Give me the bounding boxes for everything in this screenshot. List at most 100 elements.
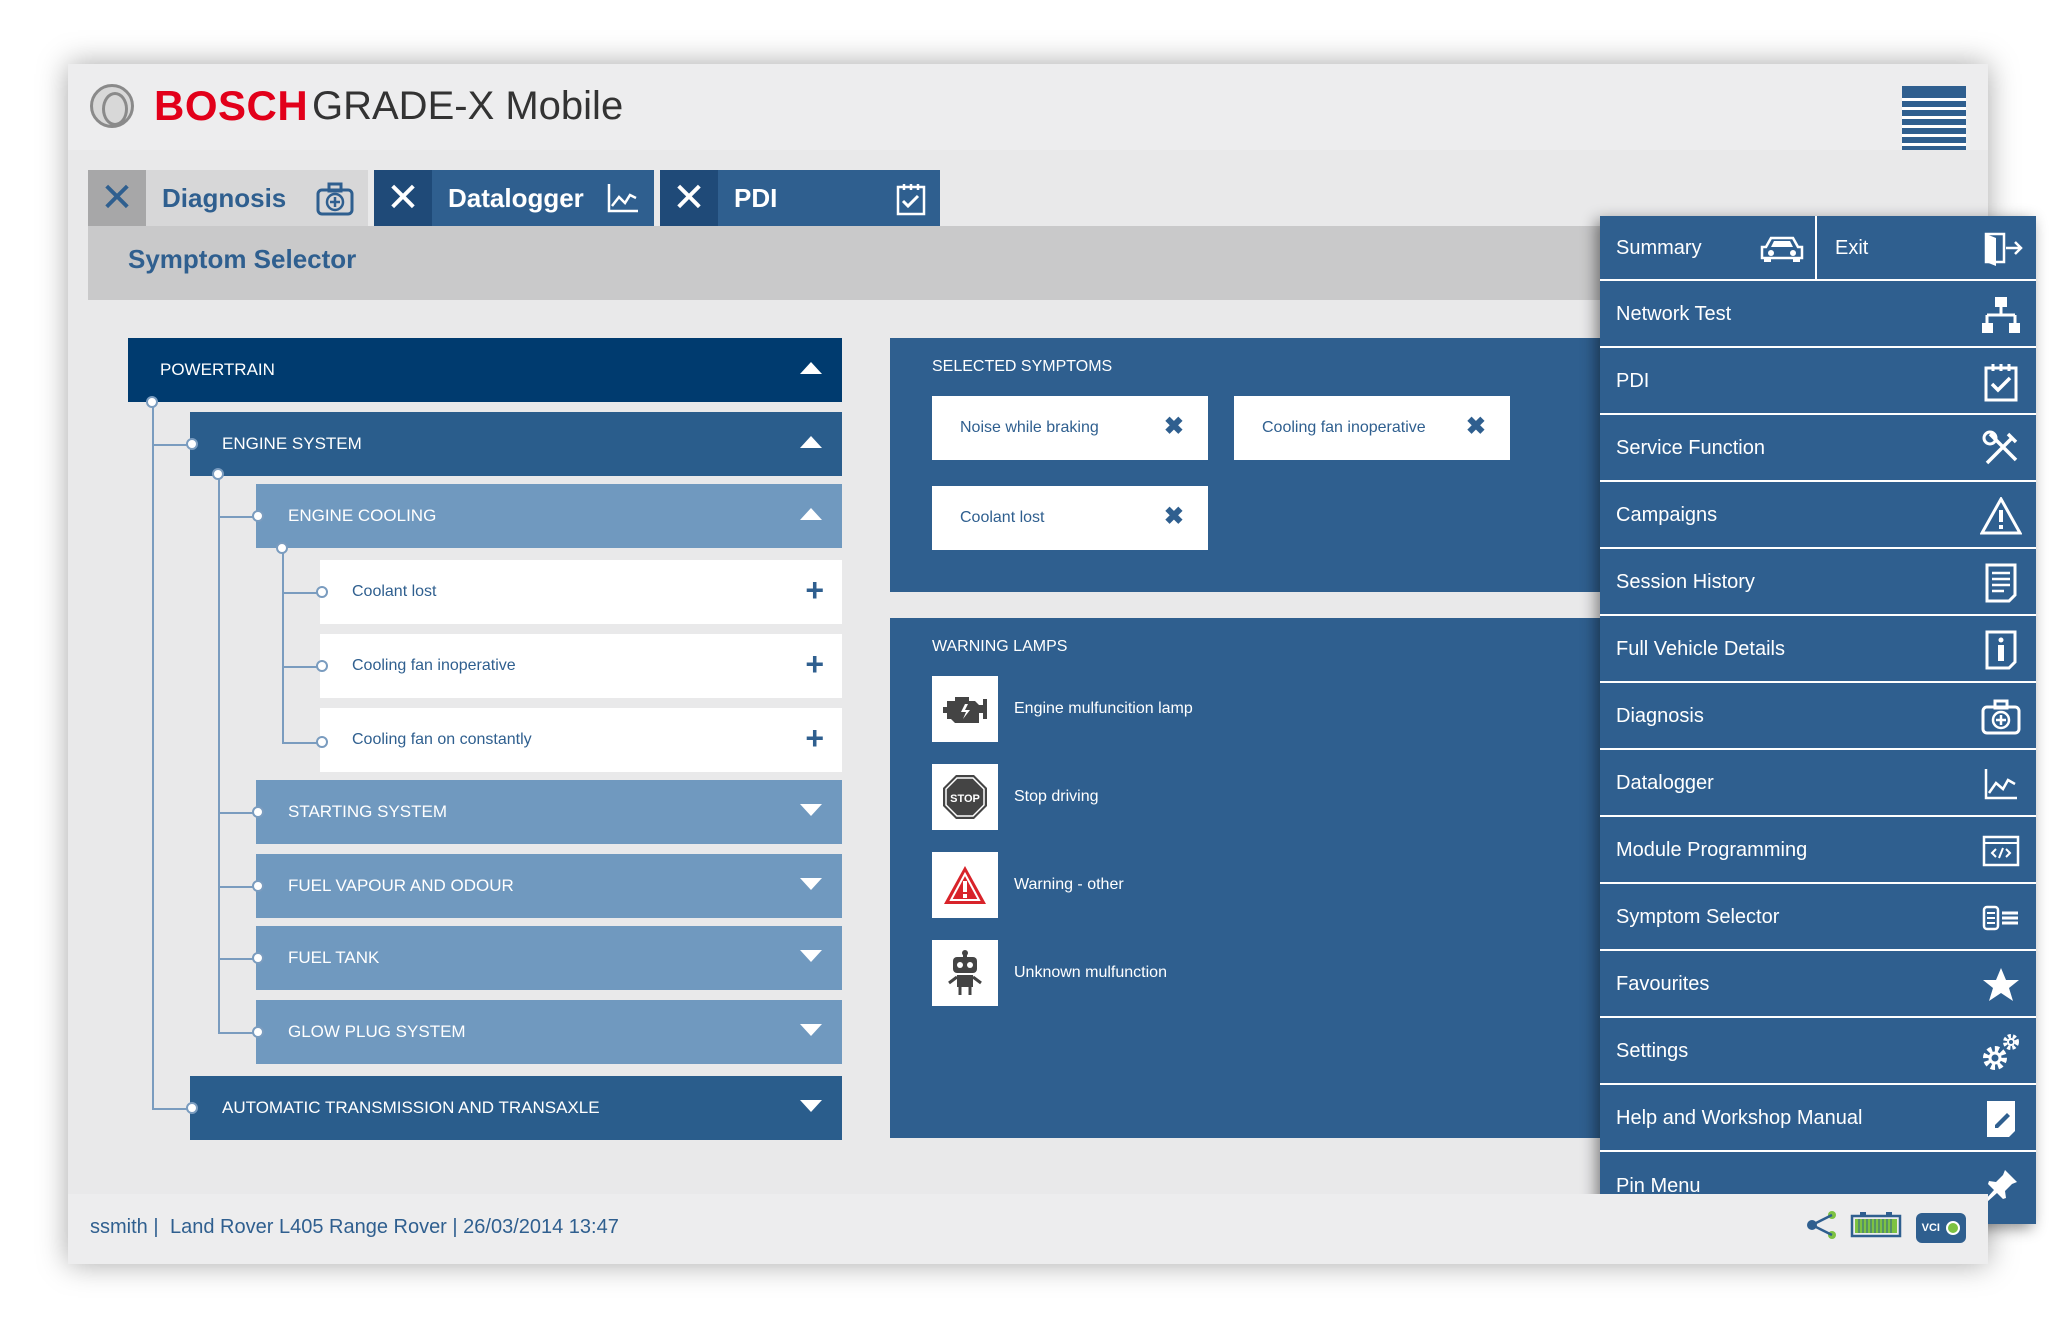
warning-lamp-item[interactable]: Engine mulfuncition lamp [932,676,1193,742]
add-symptom-icon[interactable]: + [805,722,824,754]
menu-toggle-button[interactable] [1902,86,1966,150]
panel-heading: SELECTED SYMPTOMS [932,358,1113,375]
menu-item-datalogger[interactable]: Datalogger [1600,752,2036,817]
tools-icon [1978,427,2024,471]
tree-node-label: GLOW PLUG SYSTEM [288,1022,466,1041]
share-icon[interactable] [1806,1210,1838,1245]
bosch-logo-icon [90,84,134,128]
close-tab-icon[interactable]: ✕ [660,170,718,226]
menu-item-summary[interactable]: Summary [1600,216,1817,281]
expand-arrow-icon[interactable] [800,1100,822,1112]
menu-item-full-vehicle-details[interactable]: Full Vehicle Details [1600,618,2036,683]
warning-lamp-item[interactable]: Unknown mulfunction [932,940,1167,1006]
tab-diagnosis[interactable]: ✕ Diagnosis [88,170,368,226]
menu-item-label: Summary [1616,237,1702,259]
app-window: BOSCH GRADE-X Mobile ✕ Diagnosis ✕ Datal… [68,64,2036,1264]
menu-item-pdi[interactable]: PDI [1600,350,2036,415]
document-list-icon [1978,561,2024,605]
clipboard-check-icon [896,182,926,223]
menu-item-service-function[interactable]: Service Function [1600,417,2036,482]
menu-item-exit[interactable]: Exit [1819,216,2036,281]
tree-node-label: STARTING SYSTEM [288,802,448,821]
tree-connector [152,402,154,1108]
remove-icon[interactable]: ✖ [1466,412,1486,441]
tree-node-fuel-vapour[interactable]: FUEL VAPOUR AND ODOUR [256,854,842,918]
list-select-icon [1978,896,2024,940]
add-symptom-icon[interactable]: + [805,574,824,606]
lamp-label: Stop driving [1014,788,1099,805]
tab-pdi[interactable]: ✕ PDI [660,170,940,226]
menu-item-label: Diagnosis [1616,705,1704,727]
close-tab-icon[interactable]: ✕ [374,170,432,226]
tree-node-engine-cooling[interactable]: ENGINE COOLING [256,484,842,548]
menu-item-campaigns[interactable]: Campaigns [1600,484,2036,549]
tree-connector [218,474,220,1034]
warning-icon [1978,494,2024,538]
tree-node-glow-plug[interactable]: GLOW PLUG SYSTEM [256,1000,842,1064]
expand-arrow-icon[interactable] [800,804,822,816]
tree-node-starting-system[interactable]: STARTING SYSTEM [256,780,842,844]
expand-arrow-icon[interactable] [800,1024,822,1036]
battery-icon [1850,1211,1904,1244]
tree-dot [212,468,224,480]
tree-dot [316,660,328,672]
tree-node-automatic-transmission[interactable]: AUTOMATIC TRANSMISSION AND TRANSAXLE [190,1076,842,1140]
tree-dot [252,806,264,818]
vci-label: VCI [1921,1221,1940,1234]
symptom-leaf[interactable]: Cooling fan inoperative + [320,634,842,698]
close-tab-icon[interactable]: ✕ [88,170,146,226]
menu-item-label: Exit [1835,237,1869,259]
tree-dot [146,396,158,408]
menu-item-settings[interactable]: Settings [1600,1020,2036,1085]
expand-arrow-icon[interactable] [800,878,822,890]
menu-item-label: Session History [1616,571,1755,593]
menu-item-diagnosis[interactable]: Diagnosis [1600,685,2036,750]
symptom-label: Coolant lost [352,583,437,600]
status-vehicle-info: Land Rover L405 Range Rover | 26/03/2014… [170,1216,619,1238]
expand-arrow-icon[interactable] [800,950,822,962]
tree-dot [252,952,264,964]
network-icon [1978,293,2024,337]
menu-item-module-programming[interactable]: Module Programming [1600,819,2036,884]
tree-node-fuel-tank[interactable]: FUEL TANK [256,926,842,990]
remove-icon[interactable]: ✖ [1164,412,1184,441]
collapse-arrow-icon[interactable] [800,436,822,448]
menu-item-label: PDI [1616,370,1650,392]
tree-dot [186,1102,198,1114]
menu-item-symptom-selector[interactable]: Symptom Selector [1600,886,2036,951]
tree-node-label: POWERTRAIN [160,360,275,379]
symptom-leaf[interactable]: Coolant lost + [320,560,842,624]
medical-kit-icon [1978,695,2024,739]
warning-lamp-item[interactable]: Warning - other [932,852,1124,918]
main-menu: Summary Exit Network Test PDI Service Fu… [1600,216,2036,1224]
tree-dot [186,438,198,450]
app-title: GRADE-X Mobile [312,84,624,128]
add-symptom-icon[interactable]: + [805,648,824,680]
menu-item-label: Help and Workshop Manual [1616,1107,1863,1129]
collapse-arrow-icon[interactable] [800,362,822,374]
menu-item-label: Symptom Selector [1616,906,1780,928]
menu-item-session-history[interactable]: Session History [1600,551,2036,616]
tab-label: Diagnosis [162,182,287,213]
menu-item-network-test[interactable]: Network Test [1600,283,2036,348]
remove-icon[interactable]: ✖ [1164,502,1184,531]
tree-node-powertrain[interactable]: POWERTRAIN [128,338,842,402]
line-chart-icon [1978,762,2024,806]
menu-item-label: Service Function [1616,437,1765,459]
warning-triangle-icon [932,852,998,918]
tree-dot [252,1026,264,1038]
tree-node-label: FUEL VAPOUR AND ODOUR [288,876,514,895]
vci-icon[interactable]: VCI [1915,1212,1966,1243]
collapse-arrow-icon[interactable] [800,508,822,520]
tab-label: Datalogger [448,182,584,213]
tab-datalogger[interactable]: ✕ Datalogger [374,170,654,226]
gears-icon [1978,1030,2024,1074]
menu-item-favourites[interactable]: Favourites [1600,953,2036,1018]
symptom-leaf[interactable]: Cooling fan on constantly + [320,708,842,772]
menu-item-help-workshop-manual[interactable]: Help and Workshop Manual [1600,1087,2036,1152]
tree-node-engine-system[interactable]: ENGINE SYSTEM [190,412,842,476]
warning-lamp-item[interactable]: STOP Stop driving [932,764,1099,830]
symptom-label: Cooling fan on constantly [352,731,532,748]
code-window-icon [1978,829,2024,873]
chip-label: Coolant lost [960,509,1045,526]
